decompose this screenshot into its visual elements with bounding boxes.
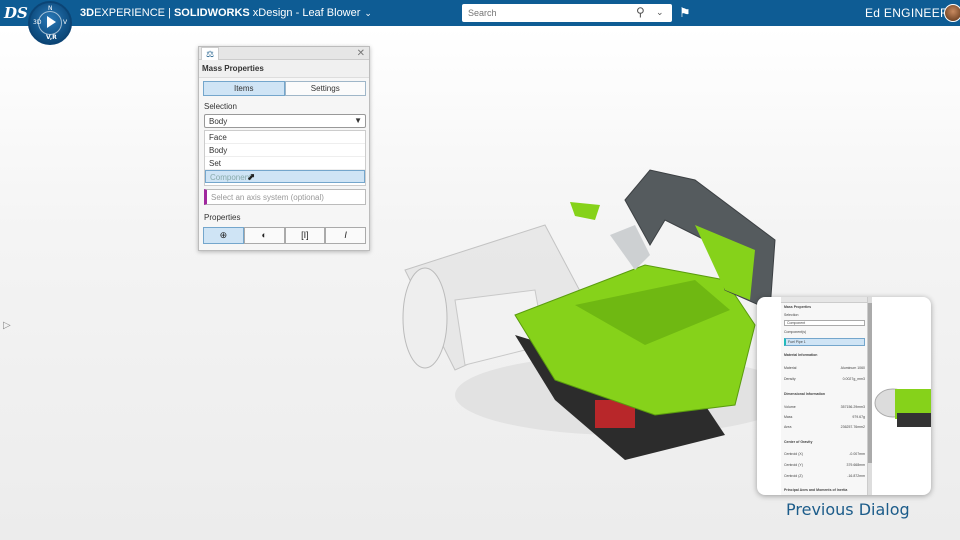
- previous-dialog-caption: Previous Dialog: [786, 500, 910, 519]
- mini-mass-row: Mass 979.67g: [784, 415, 865, 419]
- mini-cy-row: Centroid (Y) 379.668mm: [784, 463, 865, 467]
- mini-density-row: Density 0.0027g_mm3: [784, 377, 865, 381]
- panel-tabs: Items Settings: [203, 81, 366, 96]
- mini-area-label: Area: [784, 425, 792, 429]
- title-separator: |: [164, 7, 174, 19]
- leaf-blower-model[interactable]: [395, 150, 785, 470]
- axis-system-field[interactable]: Select an axis system (optional): [204, 189, 366, 205]
- play-icon[interactable]: [47, 16, 56, 28]
- brand-solidworks: SOLIDWORKS: [173, 7, 250, 19]
- app-title[interactable]: 3DEXPERIENCE | SOLIDWORKS xDesign - Leaf…: [80, 7, 372, 19]
- mini-cz-value: -16.872mm: [847, 474, 865, 478]
- expand-panel-arrow-icon[interactable]: ▷: [3, 320, 11, 331]
- mini-density-label: Density: [784, 377, 796, 381]
- compass-label-top: N: [48, 5, 53, 12]
- avatar[interactable]: [944, 4, 960, 22]
- mass-properties-tool-icon[interactable]: ⚖: [201, 47, 219, 60]
- nozzle-opening: [402, 267, 448, 369]
- search-box[interactable]: ⚲ ⌄: [462, 4, 672, 22]
- axis-system-placeholder: Select an axis system (optional): [211, 193, 324, 202]
- mass-properties-panel: ⚖ ✕ Mass Properties Items Settings Selec…: [198, 46, 370, 251]
- option-body[interactable]: Body: [205, 144, 365, 157]
- panel-title: Mass Properties: [199, 60, 369, 78]
- brand-experience: EXPERIENCE: [94, 7, 165, 19]
- mini-volume-label: Volume: [784, 405, 796, 409]
- search-input[interactable]: [462, 4, 632, 22]
- mini-scroll-thumb: [868, 303, 872, 463]
- mini-material-row: Material Aluminum 1060: [784, 366, 865, 370]
- mass-properties-icon[interactable]: ⊕: [203, 227, 244, 244]
- mini-cx-row: Centroid (X) -0.007mm: [784, 452, 865, 456]
- option-component[interactable]: Component: [205, 170, 365, 183]
- mini-title: Mass Properties: [784, 305, 812, 309]
- properties-label: Properties: [204, 213, 241, 222]
- selection-label: Selection: [204, 102, 237, 111]
- mini-cx-label: Centroid (X): [784, 452, 803, 456]
- dropdown-arrow-icon[interactable]: ▼: [354, 116, 362, 125]
- mini-axes-section: Principal Axes and Moments of Inertia: [784, 488, 848, 492]
- mini-component-value: Fuel Pipe 1: [788, 340, 806, 344]
- mini-material-value: Aluminum 1060: [840, 366, 865, 370]
- mini-material-label: Material: [784, 366, 797, 370]
- previous-dialog-model-thumbnail: [874, 388, 931, 427]
- compass-icon[interactable]: N 3D V V,R: [28, 1, 72, 45]
- handle-grip-accent: [570, 202, 600, 220]
- mouse-cursor-icon: ⬈: [247, 172, 256, 183]
- mini-selection-value: Component: [787, 321, 806, 325]
- app-context: xDesign - Leaf Blower: [249, 7, 361, 19]
- mini-density-value: 0.0027g_mm3: [842, 377, 865, 381]
- mini-dimensional-section: Dimensional Information: [784, 392, 826, 396]
- top-bar: DS 3DEXPERIENCE | SOLIDWORKS xDesign - L…: [0, 0, 960, 26]
- compass-label-right: V: [63, 19, 68, 26]
- search-icon[interactable]: ⚲: [636, 5, 645, 19]
- close-icon[interactable]: ✕: [357, 48, 365, 59]
- moment-of-inertia-icon[interactable]: I: [325, 227, 366, 244]
- tag-icon[interactable]: ⚑: [679, 5, 691, 21]
- mini-cy-label: Centroid (Y): [784, 463, 803, 467]
- mini-scrollbar: [868, 297, 872, 495]
- option-set[interactable]: Set: [205, 157, 365, 170]
- mini-selection-label: Selection: [784, 313, 799, 317]
- mini-volume-value: 357156.29mm3: [840, 405, 865, 409]
- compass-label-bottom: V,R: [46, 34, 57, 41]
- mini-cog-section: Center of Gravity: [784, 440, 813, 444]
- search-options-chevron-icon[interactable]: ⌄: [656, 7, 664, 18]
- mini-volume-row: Volume 357156.29mm3: [784, 405, 865, 409]
- inertia-tensor-icon[interactable]: [I]: [284, 227, 326, 244]
- center-of-mass-icon[interactable]: ◐: [243, 227, 285, 244]
- compass-label-left: 3D: [33, 19, 42, 26]
- mini-mass-value: 979.67g: [852, 415, 865, 419]
- previous-dialog-panel: Mass Properties Selection Component Comp…: [781, 297, 868, 495]
- user-name[interactable]: Ed ENGINEER: [865, 6, 949, 20]
- ds-logo-icon[interactable]: DS: [4, 4, 28, 22]
- chevron-down-icon[interactable]: ⌄: [364, 8, 372, 19]
- mini-selection-box: Component: [784, 320, 865, 326]
- mini-cz-row: Centroid (Z) -16.872mm: [784, 474, 865, 478]
- mini-components-label: Component(s): [784, 330, 807, 334]
- selection-options-list: Face Body Set Component ⬈: [204, 130, 366, 186]
- mini-area-row: Area 236257.76mm2: [784, 425, 865, 429]
- tab-items[interactable]: Items: [203, 81, 285, 96]
- previous-dialog-card: Mass Properties Selection Component Comp…: [757, 297, 931, 495]
- panel-header: ⚖ ✕: [199, 47, 369, 60]
- mini-cy-value: 379.668mm: [846, 463, 865, 467]
- mini-cx-value: -0.007mm: [849, 452, 865, 456]
- selection-dropdown[interactable]: Body ▼: [204, 114, 366, 128]
- selection-value: Body: [209, 117, 228, 126]
- option-face[interactable]: Face: [205, 131, 365, 144]
- properties-toolbar: ⊕ ◐ [I] I: [203, 227, 366, 244]
- mini-mass-label: Mass: [784, 415, 793, 419]
- mini-component-box: Fuel Pipe 1: [784, 338, 865, 346]
- brand-3d: 3D: [80, 7, 95, 19]
- mini-panel-header: [781, 297, 867, 303]
- mini-cz-label: Centroid (Z): [784, 474, 803, 478]
- mini-material-section: Material Information: [784, 353, 818, 357]
- tab-settings[interactable]: Settings: [284, 81, 366, 96]
- mini-area-value: 236257.76mm2: [840, 425, 865, 429]
